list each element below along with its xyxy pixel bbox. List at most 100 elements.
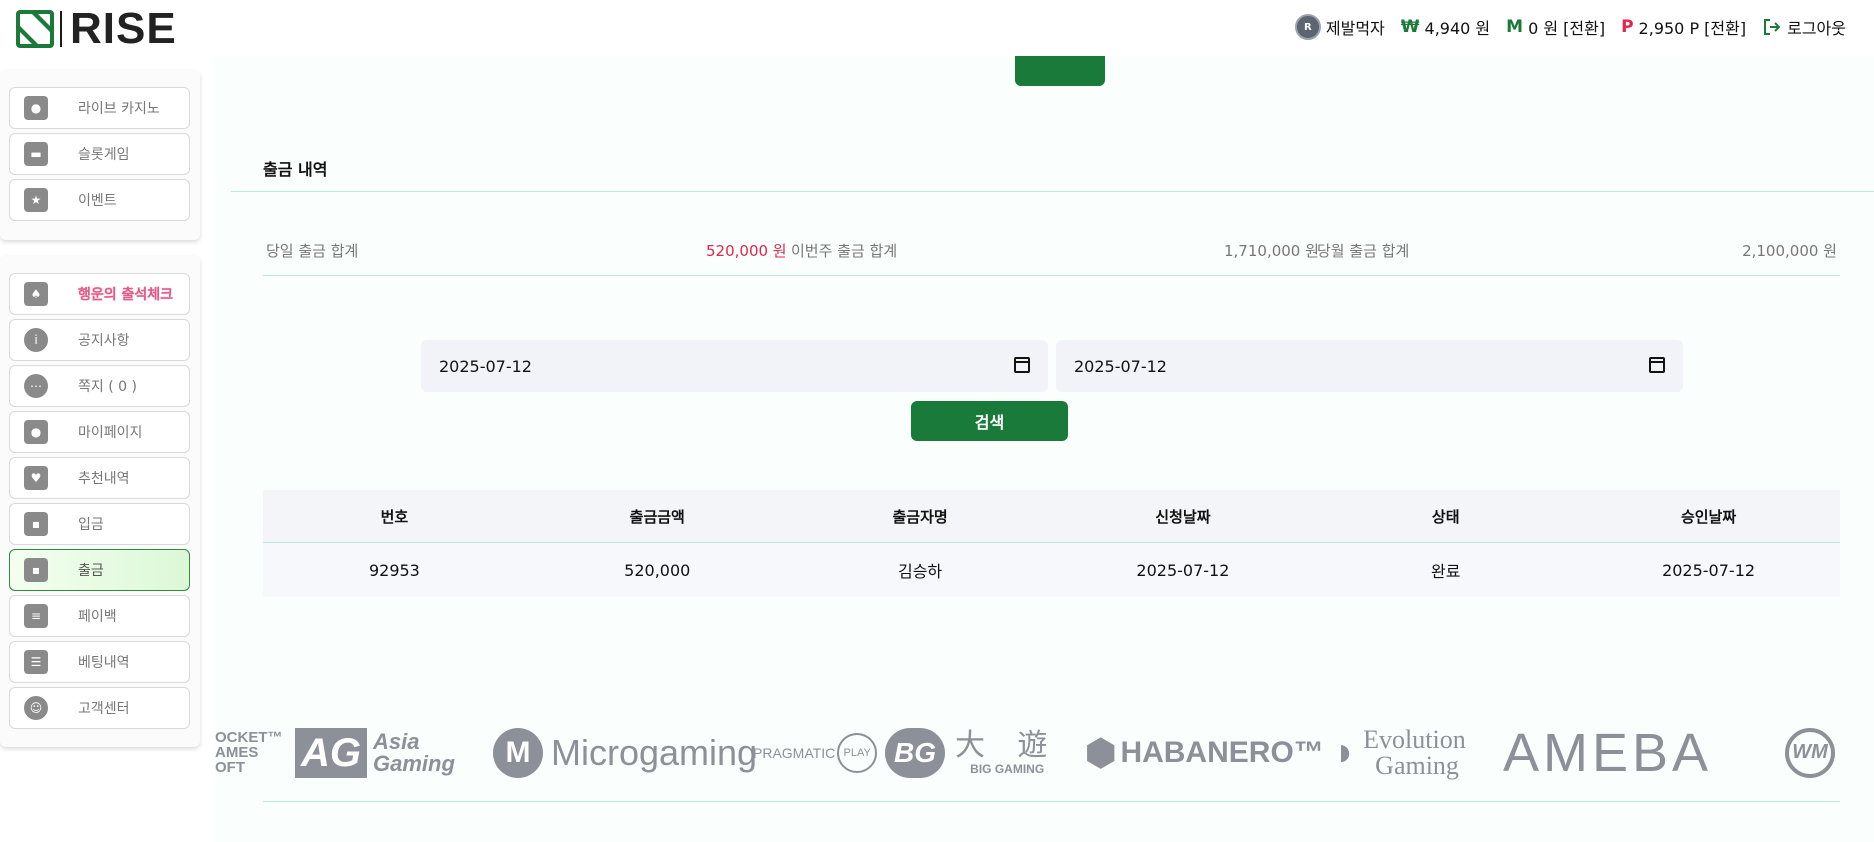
today-label: 당일 출금 합계 — [266, 242, 359, 260]
rocket-games-logo: OCKET™ AMES OFT — [215, 729, 283, 776]
chat-icon: ⋯ — [24, 374, 48, 398]
level-badge-icon: R — [1294, 14, 1321, 40]
wallet-icon: ▪ — [24, 558, 48, 582]
point-balance[interactable]: P 2,950 P [전환] — [1621, 15, 1746, 39]
month-value: 2,100,000 원 — [1742, 242, 1837, 260]
brand-name: RISE — [70, 4, 177, 53]
cell-approve-date: 2025-07-12 — [1662, 560, 1756, 580]
asia-gaming-logo: AG Asia Gaming — [295, 720, 455, 785]
sidebar-menu: ♠ 행운의 출석체크 i 공지사항 ⋯ 쪽지 ( 0 ) ● 마이페이지 ♥ 추… — [0, 256, 200, 747]
site-logo[interactable]: RISE — [16, 4, 177, 53]
coins-icon: ≡ — [24, 604, 48, 628]
big-gaming-logo: BG 大 遊 BIG GAMING — [885, 720, 1059, 785]
rise-logo-icon — [16, 10, 54, 48]
casino-chips-icon: ● — [24, 96, 48, 120]
col-approve-date: 승인날짜 — [1680, 507, 1737, 526]
withdraw-table: 번호 출금금액 출금자명 신청날짜 상태 승인날짜 92953 520,000 … — [263, 490, 1840, 597]
cell-amount: 520,000 — [624, 560, 691, 580]
calendar-icon[interactable] — [1649, 357, 1665, 373]
sidebar-item-notice[interactable]: i 공지사항 — [9, 319, 190, 361]
sidebar-item-label: 고객센터 — [78, 701, 130, 717]
calendar-icon: ♠ — [24, 282, 48, 306]
m-balance[interactable]: M 0 원 [전환] — [1506, 15, 1605, 39]
won-icon: ₩ — [1400, 17, 1420, 37]
heart-icon: ♥ — [24, 466, 48, 490]
week-value: 1,710,000 원 — [1224, 242, 1319, 260]
date-to-input[interactable]: 2025-07-12 — [1056, 340, 1683, 392]
logout-label: 로그아웃 — [1787, 19, 1846, 38]
sidebar-item-payback[interactable]: ≡ 페이백 — [9, 595, 190, 637]
sidebar-item-mypage[interactable]: ● 마이페이지 — [9, 411, 190, 453]
sidebar-item-referral[interactable]: ♥ 추천내역 — [9, 457, 190, 499]
m-balance-value: 0 원 [전환] — [1528, 19, 1606, 38]
col-number: 번호 — [380, 507, 409, 526]
sidebar-item-label: 입금 — [78, 517, 104, 533]
ameba-logo: AMEBA — [1503, 722, 1713, 783]
sidebar-games: ● 라이브 카지노 ▬ 슬롯게임 ★ 이벤트 — [0, 70, 200, 240]
pragmatic-play-logo: PRAGMATIC PLAY — [753, 720, 878, 785]
cash-balance-value: 4,940 원 — [1424, 19, 1491, 38]
sidebar-item-label: 라이브 카지노 — [78, 101, 160, 117]
sidebar-item-messages[interactable]: ⋯ 쪽지 ( 0 ) — [9, 365, 190, 407]
point-icon: P — [1621, 17, 1634, 37]
cell-name: 김승하 — [897, 562, 943, 581]
col-name: 출금자명 — [892, 507, 948, 526]
withdraw-summary: 당일 출금 합계 520,000 원 이번주 출금 합계 1,710,000 원… — [263, 238, 1840, 276]
evolution-gaming-logo: ◗ Evolution Gaming — [1333, 724, 1466, 780]
user-icon: ● — [24, 420, 48, 444]
sidebar-item-label: 쪽지 ( 0 ) — [78, 379, 137, 395]
microgaming-logo: M Microgaming — [493, 720, 757, 785]
sidebar-item-label: 추천내역 — [78, 471, 130, 487]
sidebar-item-label: 출금 — [78, 563, 104, 579]
logout-icon — [1764, 19, 1781, 35]
sidebar-item-slot[interactable]: ▬ 슬롯게임 — [9, 133, 190, 175]
sidebar-item-deposit[interactable]: ▪ 입금 — [9, 503, 190, 545]
username: 제발먹자 — [1325, 19, 1385, 38]
sidebar-item-label: 공지사항 — [78, 333, 130, 349]
page-title: 출금 내역 — [263, 160, 328, 179]
sidebar-item-attendance[interactable]: ♠ 행운의 출석체크 — [9, 273, 190, 315]
cell-request-date: 2025-07-12 — [1136, 560, 1230, 580]
week-label: 이번주 출금 합계 — [791, 242, 898, 260]
logout-button[interactable]: 로그아웃 — [1762, 15, 1846, 39]
col-request-date: 신청날짜 — [1155, 507, 1211, 526]
sidebar-item-event[interactable]: ★ 이벤트 — [9, 179, 190, 221]
sidebar-item-live-casino[interactable]: ● 라이브 카지노 — [9, 87, 190, 129]
sidebar-item-label: 행운의 출석체크 — [78, 287, 174, 303]
calendar-icon[interactable] — [1014, 357, 1030, 373]
wm-logo: WM — [1785, 720, 1835, 785]
sidebar-item-label: 페이백 — [78, 609, 117, 625]
list-icon: ☰ — [24, 650, 48, 674]
table-row: 92953 520,000 김승하 2025-07-12 완료 2025-07-… — [263, 543, 1840, 597]
search-button[interactable]: 검색 — [911, 401, 1068, 441]
sidebar-item-support[interactable]: ☺ 고객센터 — [9, 687, 190, 729]
wallet-icon: ▪ — [24, 512, 48, 536]
cell-status: 완료 — [1431, 562, 1461, 581]
headset-icon: ☺ — [24, 696, 48, 720]
logo-divider — [60, 11, 62, 47]
month-label: 당월 출금 합계 — [1317, 242, 1410, 260]
sidebar-item-label: 슬롯게임 — [78, 147, 130, 163]
partial-top-button[interactable] — [1015, 56, 1105, 86]
date-to-value: 2025-07-12 — [1074, 356, 1167, 376]
habanero-logo: ⬢ HABANERO™ — [1085, 731, 1324, 773]
sidebar-item-withdraw[interactable]: ▪ 출금 — [9, 549, 190, 591]
cell-number: 92953 — [368, 560, 420, 580]
point-balance-value: 2,950 P [전환] — [1638, 19, 1747, 38]
sidebar-item-betting-history[interactable]: ☰ 베팅내역 — [9, 641, 190, 683]
user-level[interactable]: R 제발먹자 — [1294, 14, 1385, 40]
title-divider — [231, 191, 1874, 192]
sidebar-item-label: 베팅내역 — [78, 655, 130, 671]
date-from-input[interactable]: 2025-07-12 — [421, 340, 1048, 392]
slot-machine-icon: ▬ — [24, 142, 48, 166]
col-status: 상태 — [1431, 507, 1460, 526]
date-from-value: 2025-07-12 — [439, 356, 532, 376]
today-value: 520,000 원 — [706, 242, 787, 260]
sidebar-item-label: 마이페이지 — [78, 425, 143, 441]
info-icon: i — [24, 328, 48, 352]
footer-divider — [263, 801, 1840, 802]
col-amount: 출금금액 — [629, 507, 685, 526]
top-header: RISE R 제발먹자 ₩ 4,940 원 M 0 원 [전환] P 2,950… — [0, 0, 1874, 56]
user-info-bar: R 제발먹자 ₩ 4,940 원 M 0 원 [전환] P 2,950 P [전… — [1294, 14, 1846, 40]
table-header: 번호 출금금액 출금자명 신청날짜 상태 승인날짜 — [263, 490, 1840, 543]
